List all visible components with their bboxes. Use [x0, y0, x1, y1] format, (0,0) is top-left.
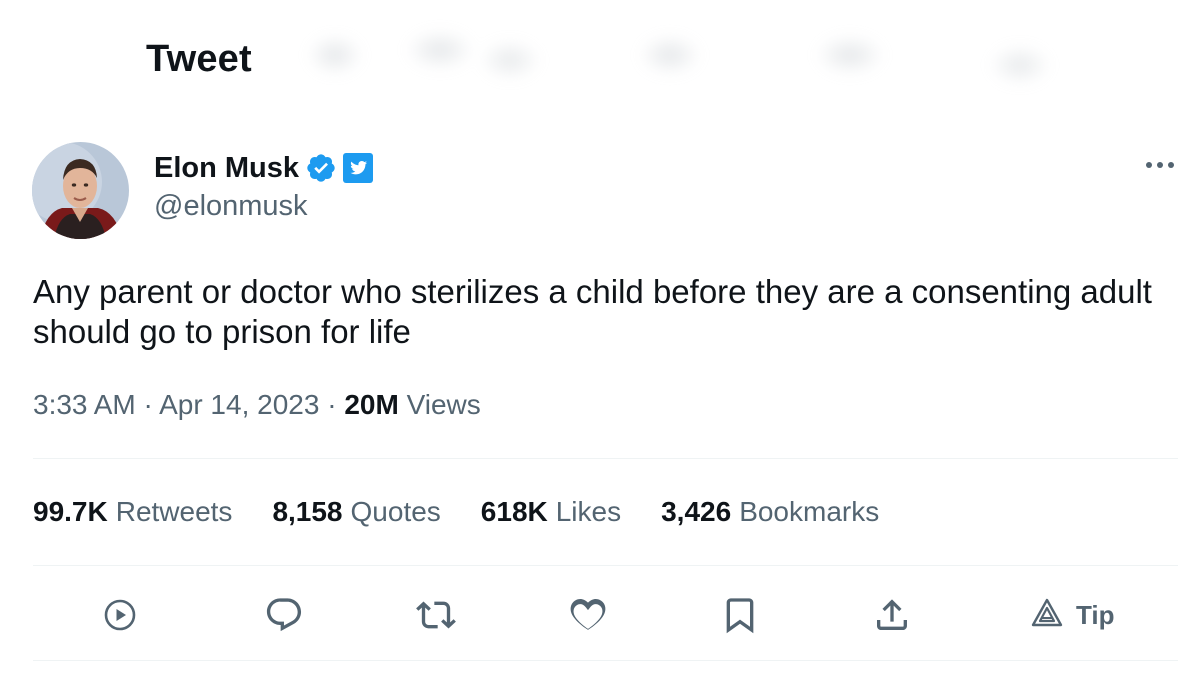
tweet-text: Any parent or doctor who sterilizes a ch… — [33, 273, 1152, 350]
author-row: Elon Musk — [154, 148, 374, 188]
tweet-meta: 3:33 AM · Apr 14, 2023 · 20M Views — [33, 389, 481, 421]
author-handle[interactable]: @elonmusk — [154, 190, 308, 223]
stat-count: 99.7K — [33, 496, 108, 527]
meta-separator: · — [143, 389, 153, 420]
more-options-icon[interactable] — [1140, 150, 1180, 180]
blurred-navigation — [290, 15, 1080, 105]
stat-retweets[interactable]: 99.7K Retweets — [33, 496, 232, 532]
tweet-stats: 99.7K Retweets 8,158 Quotes 618K Likes 3… — [33, 496, 879, 532]
divider — [33, 565, 1178, 566]
stat-label: Quotes — [350, 496, 441, 527]
stat-quotes[interactable]: 8,158 Quotes — [272, 496, 440, 532]
like-icon[interactable] — [566, 593, 610, 637]
action-bar — [0, 585, 1200, 645]
verified-badge-icon[interactable] — [305, 152, 337, 184]
views-label[interactable]: Views — [407, 389, 481, 420]
tweet-header: Tweet — [0, 0, 1200, 115]
tweet-date[interactable]: Apr 14, 2023 — [159, 389, 319, 420]
tip-icon — [1030, 596, 1064, 635]
page-title: Tweet — [146, 38, 252, 80]
share-icon[interactable] — [870, 593, 914, 637]
tip-button[interactable]: Tip — [1030, 595, 1115, 635]
divider — [33, 660, 1178, 661]
stat-bookmarks[interactable]: 3,426 Bookmarks — [661, 496, 879, 532]
twitter-bird-badge-icon[interactable] — [343, 153, 374, 183]
avatar[interactable] — [32, 142, 129, 239]
stat-label: Likes — [555, 496, 622, 527]
tip-label: Tip — [1076, 599, 1115, 630]
tweet-time[interactable]: 3:33 AM — [33, 389, 136, 420]
stat-count: 3,426 — [661, 496, 732, 527]
stat-label: Bookmarks — [739, 496, 880, 527]
reply-icon[interactable] — [262, 593, 306, 637]
author-name[interactable]: Elon Musk — [154, 152, 299, 185]
stat-count: 8,158 — [272, 496, 343, 527]
divider — [33, 458, 1178, 459]
retweet-icon[interactable] — [414, 593, 458, 637]
stat-count: 618K — [480, 496, 548, 527]
stat-label: Retweets — [115, 496, 233, 527]
play-icon[interactable] — [98, 593, 142, 637]
stat-likes[interactable]: 618K Likes — [481, 496, 621, 532]
bookmark-icon[interactable] — [718, 593, 762, 637]
meta-separator: · — [327, 389, 337, 420]
views-count[interactable]: 20M — [344, 389, 398, 420]
